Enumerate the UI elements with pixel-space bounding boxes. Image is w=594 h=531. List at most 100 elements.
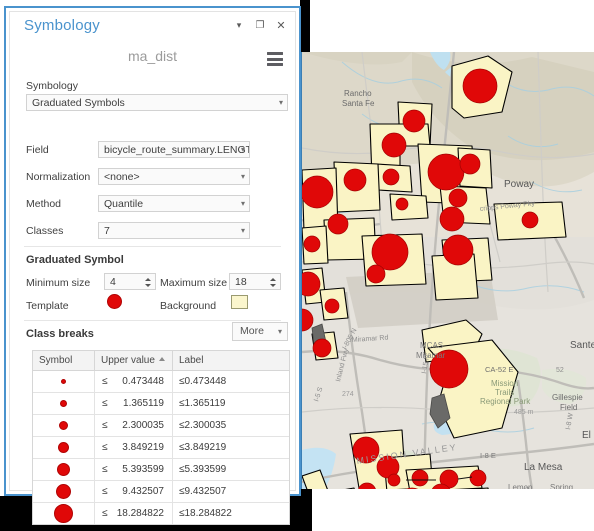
class-breaks-heading: Class breaks [26,328,94,340]
row-symbol-cell[interactable] [33,371,95,392]
svg-text:Gillespie: Gillespie [552,393,583,402]
method-label: Method [26,198,62,210]
normalization-select[interactable]: <none> ▾ [98,168,250,185]
table-row[interactable]: ≤0.473448 ≤0.473448 [33,371,289,393]
class-breaks-table: Symbol Upper value Label ≤0.473448 ≤0.473… [32,350,290,525]
class-break-symbol[interactable] [58,442,69,453]
svg-text:52: 52 [556,367,564,374]
classes-select-value: 7 [104,225,110,237]
map-canvas[interactable]: Rancho Santa Fe Poway cripps Poway Pky M… [302,52,594,489]
more-button[interactable]: More ▾ [232,322,288,341]
row-symbol-cell[interactable] [33,481,95,502]
method-select[interactable]: Quantile ▾ [98,195,250,212]
class-break-symbol[interactable] [56,484,71,499]
row-upper-value-cell[interactable]: ≤5.393599 [95,459,173,480]
row-operator: ≤ [102,420,108,431]
row-upper-value: 2.300035 [122,420,164,431]
svg-text:El: El [582,430,591,441]
background-color-swatch[interactable] [231,295,248,309]
table-row[interactable]: ≤18.284822 ≤18.284822 [33,503,289,524]
row-label-cell[interactable]: ≤18.284822 [173,503,289,524]
minimum-size-stepper[interactable]: 4 [104,273,156,290]
map-view[interactable]: Rancho Santa Fe Poway cripps Poway Pky M… [300,52,594,489]
symbology-select[interactable]: Graduated Symbols ▾ [26,94,288,111]
row-operator: ≤ [102,508,108,519]
class-break-symbol[interactable] [60,400,67,407]
method-select-value: Quantile [104,198,144,210]
section-divider-2 [24,320,281,321]
row-symbol-cell[interactable] [33,503,95,524]
class-break-symbol[interactable] [57,463,70,476]
map-graphics: Rancho Santa Fe Poway cripps Poway Pky M… [302,52,594,489]
close-icon[interactable]: ✕ [275,19,287,32]
minimum-size-value: 4 [110,276,116,288]
row-operator: ≤ [102,376,108,387]
row-upper-value-cell[interactable]: ≤1.365119 [95,393,173,414]
table-row[interactable]: ≤1.365119 ≤1.365119 [33,393,289,415]
column-header-upper-value[interactable]: Upper value [95,351,173,370]
layer-name-label: ma_dist [127,48,178,64]
row-upper-value-cell[interactable]: ≤18.284822 [95,503,173,524]
row-label-cell[interactable]: ≤3.849219 [173,437,289,458]
maximize-icon[interactable]: ❐ [254,19,266,31]
hamburger-icon[interactable] [267,52,283,66]
graduated-symbol-heading: Graduated Symbol [26,254,124,266]
row-operator: ≤ [102,398,108,409]
maximum-size-value: 18 [235,276,247,288]
dropdown-menu-icon[interactable]: ▾ [233,19,245,31]
table-row[interactable]: ≤3.849219 ≤3.849219 [33,437,289,459]
row-label-cell[interactable]: ≤1.365119 [173,393,289,414]
minimum-size-label: Minimum size [26,277,91,289]
classes-select[interactable]: 7 ▾ [98,222,250,239]
pane-titlebar: Symbology ▾ ❐ ✕ [10,12,295,42]
row-label-cell[interactable]: ≤0.473448 [173,371,289,392]
row-upper-value-cell[interactable]: ≤3.849219 [95,437,173,458]
normalization-select-value: <none> [104,171,140,183]
row-label-cell[interactable]: ≤9.432507 [173,481,289,502]
symbology-label: Symbology [26,80,78,92]
class-break-symbol[interactable] [54,504,73,523]
class-break-symbol[interactable] [61,379,66,384]
column-header-label[interactable]: Label [173,351,289,370]
class-break-symbol[interactable] [59,421,68,430]
background-label: Background [160,300,217,312]
row-symbol-cell[interactable] [33,393,95,414]
table-row[interactable]: ≤2.300035 ≤2.300035 [33,415,289,437]
more-button-label: More [240,325,264,337]
row-upper-value: 1.365119 [123,398,164,409]
column-header-symbol[interactable]: Symbol [33,351,95,370]
stepper-arrows-icon[interactable] [144,275,152,290]
chevron-down-icon: ▾ [240,199,245,208]
section-divider-1 [24,246,281,247]
chevron-down-icon: ▾ [278,98,283,107]
row-upper-value-cell[interactable]: ≤9.432507 [95,481,173,502]
svg-text:Rancho: Rancho [344,89,372,98]
table-row[interactable]: ≤9.432507 ≤9.432507 [33,481,289,503]
pane-title-text: Symbology [24,17,101,34]
svg-text:Mission: Mission [491,379,518,388]
column-header-upper-value-label: Upper value [101,355,155,366]
svg-text:MCAS: MCAS [420,341,443,350]
symbology-pane: Symbology ▾ ❐ ✕ ma_dist Symbology Gradua… [4,6,301,525]
row-symbol-cell[interactable] [33,459,95,480]
chevron-down-icon: ▾ [240,145,245,154]
table-body: ≤0.473448 ≤0.473448 ≤1.365119 ≤1.365119 ≤2.3… [33,371,289,524]
maximum-size-label: Maximum size [160,277,228,289]
row-label-cell[interactable]: ≤2.300035 [173,415,289,436]
field-select[interactable]: bicycle_route_summary.LENGTH ▾ [98,141,250,158]
row-symbol-cell[interactable] [33,415,95,436]
row-upper-value-cell[interactable]: ≤2.300035 [95,415,173,436]
row-upper-value-cell[interactable]: ≤0.473448 [95,371,173,392]
window-controls: ▾ ❐ ✕ [233,19,287,32]
table-row[interactable]: ≤5.393599 ≤5.393599 [33,459,289,481]
template-symbol-swatch[interactable] [107,294,122,309]
row-upper-value: 5.393599 [122,464,164,475]
row-upper-value: 0.473448 [122,376,164,387]
classes-label: Classes [26,225,64,237]
stepper-arrows-icon[interactable] [269,275,277,290]
row-operator: ≤ [102,486,108,497]
normalization-label: Normalization [26,171,91,183]
maximum-size-stepper[interactable]: 18 [229,273,281,290]
row-label-cell[interactable]: ≤5.393599 [173,459,289,480]
row-symbol-cell[interactable] [33,437,95,458]
